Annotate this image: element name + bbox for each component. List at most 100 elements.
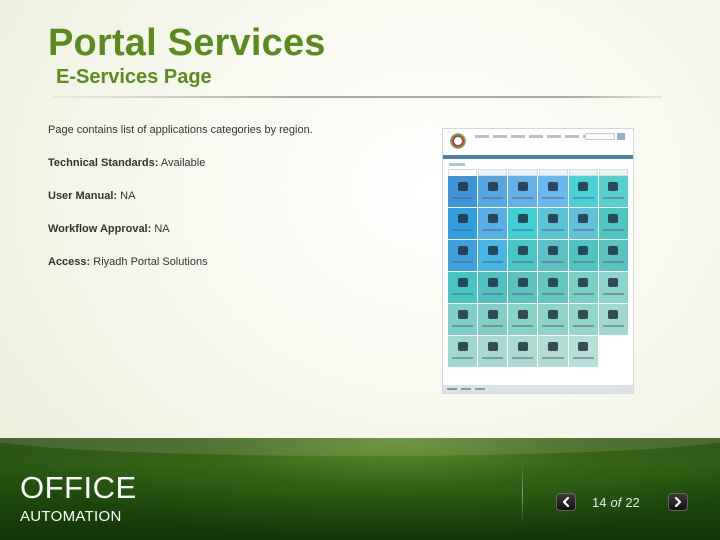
access-row: Access: Riyadh Portal Solutions	[48, 256, 208, 268]
user-manual-row: User Manual: NA	[48, 190, 135, 202]
service-tile	[538, 304, 568, 335]
service-tile	[508, 240, 538, 271]
service-label	[452, 325, 474, 327]
service-icon	[487, 246, 498, 255]
service-label	[512, 325, 534, 327]
service-icon	[517, 278, 528, 287]
service-tile	[598, 176, 628, 207]
page-current: 14	[592, 494, 607, 510]
service-tile	[448, 208, 478, 239]
service-tile	[598, 240, 628, 271]
service-tile	[508, 272, 538, 303]
service-icon	[487, 214, 498, 223]
service-icon	[578, 310, 589, 319]
slide-subtitle: E-Services Page	[56, 66, 212, 88]
service-tile	[448, 272, 478, 303]
service-icon	[548, 342, 559, 351]
service-label	[572, 293, 594, 295]
workflow-approval-row: Workflow Approval: NA	[48, 223, 170, 235]
service-label	[542, 261, 564, 263]
service-icon	[578, 246, 589, 255]
brand-office: OFFICE	[20, 470, 137, 505]
next-slide-button[interactable]	[668, 493, 688, 511]
service-label	[572, 261, 594, 263]
service-icon	[548, 246, 559, 255]
service-tile	[568, 304, 598, 335]
service-icon	[608, 310, 619, 319]
service-icon	[457, 342, 468, 351]
service-tile	[478, 176, 508, 207]
service-icon	[457, 278, 468, 287]
service-label	[542, 197, 564, 199]
service-tile	[448, 176, 478, 207]
service-tile	[478, 208, 508, 239]
service-tile	[568, 176, 598, 207]
portal-logo	[449, 132, 467, 150]
slide: Portal Services E-Services Page Page con…	[0, 0, 720, 540]
service-tile	[478, 272, 508, 303]
screenshot-service-grid	[448, 176, 628, 367]
service-tile	[538, 240, 568, 271]
service-label	[602, 197, 624, 199]
previous-slide-button[interactable]	[556, 493, 576, 511]
service-tile	[598, 336, 628, 367]
field-label: Technical Standards:	[48, 157, 159, 169]
service-label	[452, 293, 474, 295]
service-label	[452, 357, 474, 359]
field-value: NA	[154, 223, 170, 235]
service-tile	[478, 304, 508, 335]
eservices-page-screenshot	[442, 128, 634, 394]
service-label	[572, 325, 594, 327]
service-icon	[608, 278, 619, 287]
service-icon	[608, 246, 619, 255]
service-tile	[508, 208, 538, 239]
service-label	[542, 357, 564, 359]
service-icon	[578, 182, 589, 191]
service-tile	[538, 208, 568, 239]
service-tile	[448, 240, 478, 271]
footer-divider	[522, 464, 523, 524]
page-of: of	[610, 494, 622, 510]
chevron-left-icon	[562, 497, 570, 507]
service-label	[602, 261, 624, 263]
service-label	[602, 293, 624, 295]
service-icon	[578, 214, 589, 223]
screenshot-footer	[443, 385, 633, 393]
service-label	[482, 229, 504, 231]
service-label	[482, 325, 504, 327]
service-label	[572, 229, 594, 231]
service-icon	[608, 214, 619, 223]
field-label: Workflow Approval:	[48, 223, 152, 235]
service-label	[512, 293, 534, 295]
page-total: 22	[625, 494, 640, 510]
screenshot-nav	[475, 135, 597, 138]
service-label	[512, 197, 534, 199]
service-tile	[538, 336, 568, 367]
service-tile	[448, 304, 478, 335]
service-tile	[568, 272, 598, 303]
page-counter: 14 of 22	[592, 493, 656, 511]
service-label	[452, 261, 474, 263]
technical-standards-row: Technical Standards: Available	[48, 157, 205, 169]
field-label: User Manual:	[48, 190, 118, 202]
service-label	[452, 229, 474, 231]
screenshot-header	[443, 129, 633, 155]
service-icon	[517, 310, 528, 319]
service-icon	[548, 310, 559, 319]
screenshot-region-tabs	[448, 169, 629, 176]
service-icon	[517, 214, 528, 223]
service-tile	[538, 272, 568, 303]
description-text: Page contains list of applications categ…	[48, 124, 313, 136]
service-label	[602, 229, 624, 231]
field-value: Available	[160, 157, 206, 169]
screenshot-search-button	[617, 133, 625, 140]
service-label	[512, 261, 534, 263]
title-divider	[52, 96, 662, 98]
screenshot-search-box	[585, 133, 615, 140]
service-icon	[517, 246, 528, 255]
service-label	[572, 357, 594, 359]
service-icon	[578, 342, 589, 351]
service-label	[542, 293, 564, 295]
service-tile	[448, 336, 478, 367]
service-tile	[598, 208, 628, 239]
